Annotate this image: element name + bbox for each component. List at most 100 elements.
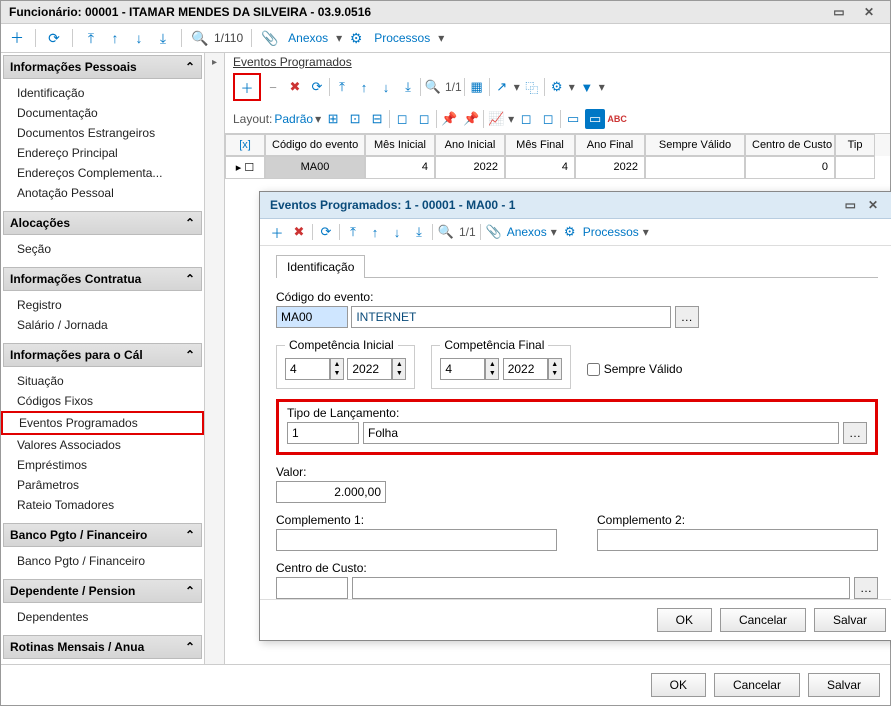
group-alocacoes[interactable]: Alocações⌃ [3, 211, 202, 235]
row-selector[interactable]: ▸ ☐ [225, 156, 265, 179]
dialog-cancelar-button[interactable]: Cancelar [720, 608, 806, 632]
spin-buttons[interactable]: ▲▼ [392, 358, 406, 380]
last-icon[interactable]: ⤓ [410, 223, 428, 241]
salvar-button[interactable]: Salvar [808, 673, 880, 697]
sidebar-item[interactable]: Endereço Principal [1, 143, 204, 163]
dialog-maximize-icon[interactable]: ▭ [839, 198, 862, 212]
group-dependente[interactable]: Dependente / Pension⌃ [3, 579, 202, 603]
mes-final-input[interactable] [440, 358, 485, 380]
first-icon[interactable]: ⤒ [81, 28, 101, 48]
view-icon[interactable]: ▭ [563, 109, 583, 129]
prev-icon[interactable]: ↑ [105, 28, 125, 48]
centro-code-input[interactable] [276, 577, 348, 599]
sidebar-item[interactable]: Dependentes [1, 607, 204, 627]
add-icon[interactable]: ＋ [237, 77, 257, 97]
anexos-dropdown[interactable]: Anexos [284, 31, 332, 45]
centro-desc-input[interactable] [352, 577, 850, 599]
ok-button[interactable]: OK [651, 673, 706, 697]
ano-final-input[interactable] [503, 358, 548, 380]
prev-icon[interactable]: ↑ [366, 223, 384, 241]
col-header[interactable]: Tip [835, 134, 875, 156]
first-icon[interactable]: ⤒ [344, 223, 362, 241]
sidebar-item[interactable]: Salário / Jornada [1, 315, 204, 335]
sidebar-item[interactable]: Situação [1, 371, 204, 391]
window-close-icon[interactable]: ✕ [856, 5, 882, 19]
refresh-icon[interactable]: ⟳ [307, 77, 327, 97]
processos-dropdown[interactable]: Processos [370, 31, 434, 45]
comp1-input[interactable] [276, 529, 557, 551]
sempre-valido-row[interactable]: Sempre Válido [587, 362, 683, 376]
dialog-close-icon[interactable]: ✕ [862, 198, 884, 212]
tool-icon[interactable]: ◻ [538, 109, 558, 129]
sidebar-item[interactable]: Valores Associados [1, 435, 204, 455]
col-header[interactable]: Centro de Custo [745, 134, 835, 156]
chart-icon[interactable]: 📈 [486, 109, 506, 129]
refresh-icon[interactable]: ⟳ [44, 28, 64, 48]
sidebar-item[interactable]: Documentos Estrangeiros [1, 123, 204, 143]
gear-icon[interactable]: ⚙ [561, 223, 579, 241]
sidebar-item[interactable]: Empréstimos [1, 455, 204, 475]
refresh-icon[interactable]: ⟳ [317, 223, 335, 241]
export-icon[interactable]: ↗ [492, 77, 512, 97]
search-icon[interactable]: 🔍 [437, 223, 455, 241]
sidebar-item[interactable]: Identificação [1, 83, 204, 103]
col-header[interactable]: Ano Inicial [435, 134, 505, 156]
sidebar-item[interactable]: Endereços Complementa... [1, 163, 204, 183]
pin-icon[interactable]: 📌 [461, 109, 481, 129]
layout-icon[interactable]: ⊡ [345, 109, 365, 129]
abc-icon[interactable]: ABC [607, 109, 627, 129]
search-icon[interactable]: 🔍 [423, 77, 443, 97]
anexos-dropdown[interactable]: Anexos [507, 225, 547, 239]
dialog-salvar-button[interactable]: Salvar [814, 608, 886, 632]
window-minimize-icon[interactable]: ▭ [825, 5, 852, 19]
tab-identificacao[interactable]: Identificação [276, 255, 365, 278]
sidebar-item[interactable]: Documentação [1, 103, 204, 123]
attach-icon[interactable]: 📎 [485, 223, 503, 241]
col-header[interactable]: Mês Inicial [365, 134, 435, 156]
group-calculo[interactable]: Informações para o Cál⌃ [3, 343, 202, 367]
valor-input[interactable] [276, 481, 386, 503]
tipo-desc-input[interactable] [363, 422, 839, 444]
layout-dropdown[interactable]: Padrão [274, 112, 313, 126]
sidebar-item[interactable]: Banco Pgto / Financeiro [1, 551, 204, 571]
col-header[interactable]: [x] [225, 134, 265, 156]
next-icon[interactable]: ↓ [129, 28, 149, 48]
splitter[interactable]: ▸ [205, 53, 225, 664]
codigo-desc-input[interactable] [351, 306, 671, 328]
sidebar-item[interactable]: Rateio Tomadores [1, 495, 204, 515]
first-icon[interactable]: ⤒ [332, 77, 352, 97]
codigo-input[interactable] [276, 306, 348, 328]
tipo-lookup-button[interactable]: … [843, 422, 867, 444]
layout-icon[interactable]: ⊟ [367, 109, 387, 129]
pin-icon[interactable]: 📌 [439, 109, 459, 129]
sidebar-item[interactable]: Registro [1, 295, 204, 315]
codigo-lookup-button[interactable]: … [675, 306, 699, 328]
last-icon[interactable]: ⤓ [153, 28, 173, 48]
delete-icon[interactable]: ✖ [285, 77, 305, 97]
next-icon[interactable]: ↓ [388, 223, 406, 241]
add-icon[interactable]: ＋ [268, 223, 286, 241]
search-icon[interactable]: 🔍 [190, 28, 210, 48]
gear-icon[interactable]: ⚙ [547, 77, 567, 97]
col-header[interactable]: Sempre Válido [645, 134, 745, 156]
ano-inicial-input[interactable] [347, 358, 392, 380]
view-active-icon[interactable]: ▭ [585, 109, 605, 129]
attach-icon[interactable]: 📎 [260, 28, 280, 48]
tool-icon[interactable]: ◻ [392, 109, 412, 129]
sidebar-item[interactable]: Seção [1, 239, 204, 259]
col-header[interactable]: Ano Final [575, 134, 645, 156]
sidebar-item[interactable]: Anotação Pessoal [1, 183, 204, 203]
delete-icon[interactable]: ✖ [290, 223, 308, 241]
table-row[interactable]: ▸ ☐ MA00 4 2022 4 2022 0 [225, 156, 890, 179]
gear-icon[interactable]: ⚙ [346, 28, 366, 48]
spin-buttons[interactable]: ▲▼ [330, 358, 344, 380]
tipo-code-input[interactable] [287, 422, 359, 444]
mes-inicial-input[interactable] [285, 358, 330, 380]
tool-icon[interactable]: ◻ [516, 109, 536, 129]
sempre-valido-checkbox[interactable] [587, 363, 600, 376]
layout-icon[interactable]: ⊞ [323, 109, 343, 129]
group-pessoais[interactable]: Informações Pessoais⌃ [3, 55, 202, 79]
last-icon[interactable]: ⤓ [398, 77, 418, 97]
dialog-ok-button[interactable]: OK [657, 608, 712, 632]
group-banco[interactable]: Banco Pgto / Financeiro⌃ [3, 523, 202, 547]
